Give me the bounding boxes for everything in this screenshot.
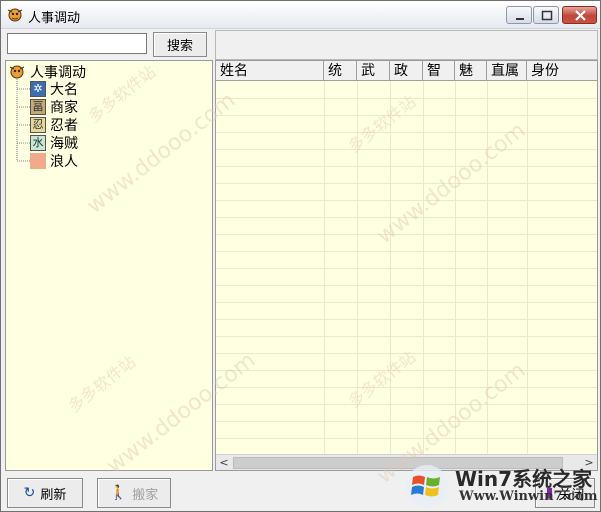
category-tree: 人事调动 ✲ 大名 畐 商家 忍 忍者 水 海贼 浪人: [5, 60, 213, 471]
column-header-charm[interactable]: 魅: [455, 61, 487, 81]
title-bar[interactable]: 人事调动: [1, 1, 600, 29]
walking-person-icon: 🚶: [109, 485, 128, 501]
app-icon: [7, 8, 23, 22]
tree-item-label: 忍者: [50, 118, 78, 134]
tree-item-merchant[interactable]: 畐 商家: [30, 98, 78, 116]
tree-item-label: 商家: [50, 100, 78, 116]
tree-item-label: 浪人: [50, 154, 78, 170]
column-header-leadership[interactable]: 统: [324, 61, 357, 81]
grid-body: [216, 81, 597, 454]
minimize-button[interactable]: [506, 6, 532, 24]
grid-header: 姓名 统 武 政 智 魅 直属 身份: [216, 61, 597, 81]
pirate-icon: 水: [30, 135, 46, 151]
refresh-button[interactable]: ↻ 刷新: [7, 478, 83, 508]
tree-item-daimyo[interactable]: ✲ 大名: [30, 80, 78, 98]
close-button[interactable]: ▮ 关闭: [535, 478, 595, 508]
personnel-grid: 姓名 统 武 政 智 魅 直属 身份 < >: [215, 60, 598, 471]
refresh-label: 刷新: [40, 487, 67, 503]
tree-item-label: 海贼: [50, 136, 78, 152]
scroll-left-icon[interactable]: <: [216, 455, 232, 470]
close-icon: [575, 10, 586, 21]
refresh-icon: ↻: [23, 485, 36, 501]
exit-door-icon: ▮: [545, 485, 554, 501]
close-window-button[interactable]: [562, 6, 597, 24]
search-input[interactable]: [7, 33, 147, 54]
minimize-icon: [516, 18, 524, 20]
column-header-status[interactable]: 身份: [527, 61, 597, 81]
scroll-right-icon[interactable]: >: [581, 455, 597, 470]
search-button[interactable]: 搜索: [153, 32, 207, 57]
tree-item-ronin[interactable]: 浪人: [30, 152, 78, 170]
app-icon: [9, 65, 25, 79]
tree-item-pirate[interactable]: 水 海贼: [30, 134, 78, 152]
move-label: 搬家: [132, 487, 159, 503]
maximize-icon: [541, 10, 553, 21]
daimyo-icon: ✲: [30, 81, 46, 97]
column-header-war[interactable]: 武: [357, 61, 390, 81]
move-button[interactable]: 🚶 搬家: [97, 478, 171, 508]
horizontal-scrollbar[interactable]: < >: [216, 454, 597, 470]
column-header-name[interactable]: 姓名: [216, 61, 324, 81]
window-title: 人事调动: [28, 11, 81, 26]
tree-item-ninja[interactable]: 忍 忍者: [30, 116, 78, 134]
ninja-icon: 忍: [30, 117, 46, 133]
grid-toolbar: [215, 30, 598, 60]
column-header-intellect[interactable]: 智: [423, 61, 455, 81]
maximize-button[interactable]: [533, 6, 559, 24]
merchant-icon: 畐: [30, 99, 46, 115]
column-header-direct[interactable]: 直属: [487, 61, 527, 81]
scrollbar-thumb[interactable]: [233, 457, 563, 469]
tree-item-label: 大名: [50, 82, 78, 98]
ronin-icon: [30, 153, 46, 169]
close-label: 关闭: [558, 487, 585, 503]
column-header-politics[interactable]: 政: [390, 61, 423, 81]
app-window: 人事调动 搜索 人事调动 ✲ 大名 畐 商家 忍 忍者 水 海贼 浪人 姓名 统…: [0, 0, 601, 512]
